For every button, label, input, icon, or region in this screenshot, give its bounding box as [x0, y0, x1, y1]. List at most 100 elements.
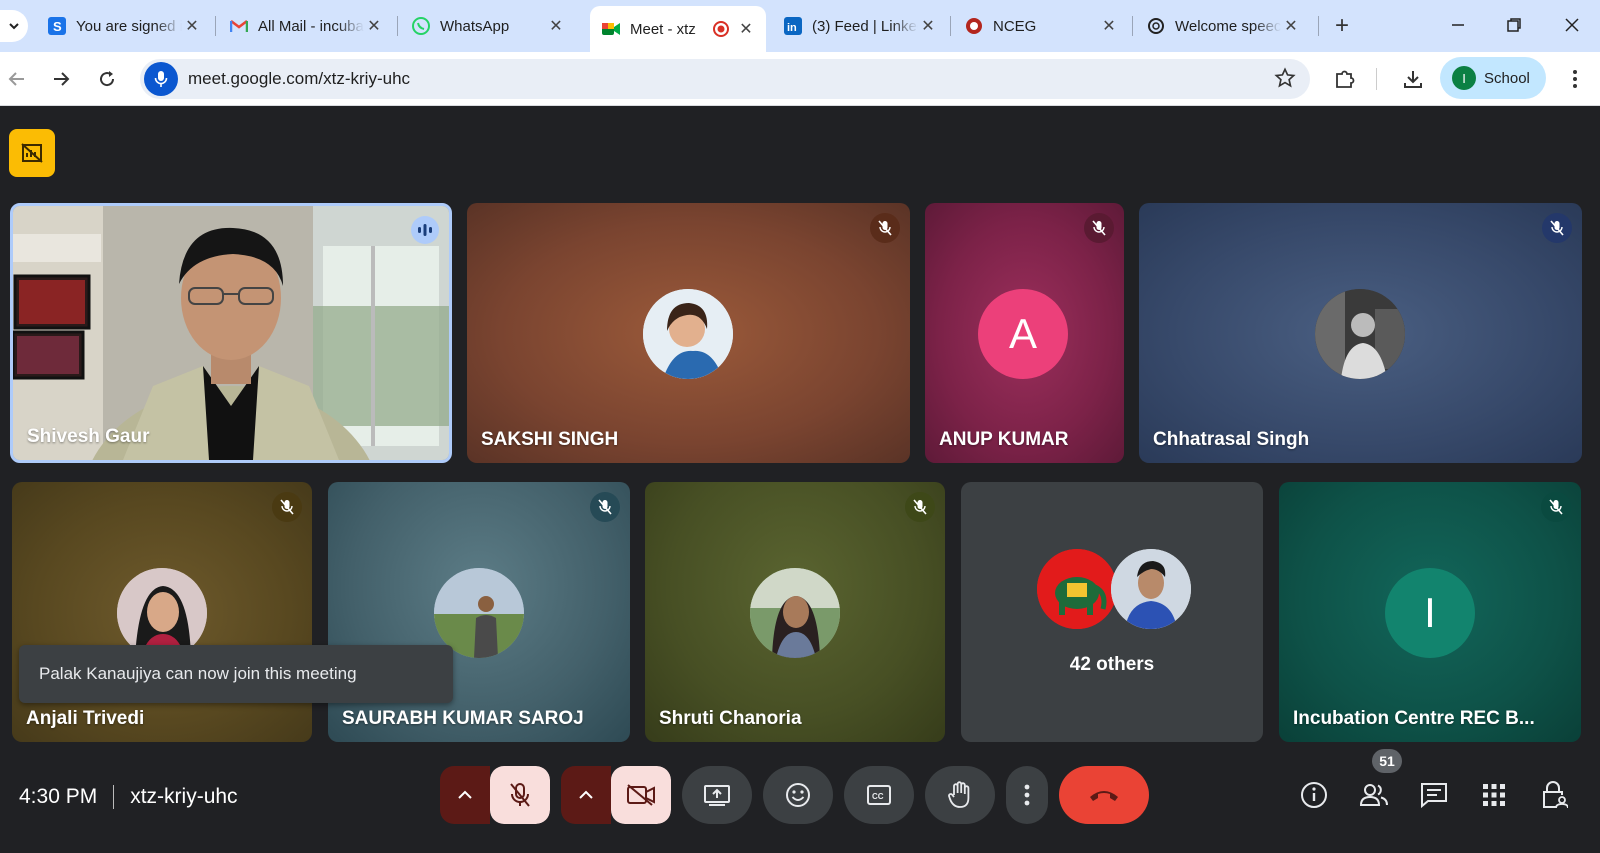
sensitive-content-button[interactable]: [9, 129, 55, 177]
microphone-in-use-chip[interactable]: [144, 62, 178, 96]
close-tab-icon[interactable]: ✕: [918, 16, 938, 36]
chevron-down-icon: [9, 23, 19, 30]
microphone-icon: [154, 71, 168, 87]
info-icon: [1301, 782, 1327, 808]
new-tab-button[interactable]: +: [1328, 12, 1356, 40]
puzzle-icon: [1336, 70, 1355, 88]
extensions-button[interactable]: [1330, 64, 1360, 94]
more-vert-icon: [1573, 70, 1577, 88]
reactions-button[interactable]: [763, 766, 833, 824]
participant-tile[interactable]: Chhatrasal Singh: [1139, 203, 1582, 463]
tab-whatsapp[interactable]: WhatsApp ✕: [400, 6, 576, 46]
reload-button[interactable]: [92, 64, 122, 94]
close-tab-icon[interactable]: ✕: [1281, 16, 1301, 36]
more-options-button[interactable]: [1006, 766, 1048, 824]
others-tile[interactable]: 42 others: [961, 482, 1263, 742]
emoji-icon: [786, 783, 810, 807]
close-icon: [1565, 18, 1579, 32]
tab-title: All Mail - incubation: [258, 17, 364, 35]
participant-name: Shruti Chanoria: [659, 708, 802, 729]
svg-text:S: S: [53, 19, 62, 34]
meeting-details-button[interactable]: [1294, 775, 1334, 815]
present-screen-button[interactable]: [682, 766, 752, 824]
participant-name: SAURABH KUMAR SAROJ: [342, 708, 584, 729]
tab-linkedin[interactable]: in (3) Feed | LinkedIn ✕: [772, 6, 948, 46]
close-tab-icon[interactable]: ✕: [546, 16, 566, 36]
close-tab-icon[interactable]: ✕: [182, 16, 202, 36]
participant-tile[interactable]: Anjali Trivedi: [12, 482, 312, 742]
participant-name: SAKSHI SINGH: [481, 429, 619, 450]
download-icon: [1404, 71, 1422, 88]
tab-title: NCEG: [993, 17, 1037, 35]
present-to-all-icon: [704, 785, 730, 806]
mic-muted-icon: [1084, 213, 1114, 243]
participant-name: ANUP KUMAR: [939, 429, 1069, 450]
apps-grid-icon: [1483, 784, 1505, 806]
host-controls-button[interactable]: [1534, 775, 1574, 815]
closed-caption-icon: CC: [867, 785, 891, 805]
mic-muted-icon: [272, 492, 302, 522]
participant-tile[interactable]: Shruti Chanoria: [645, 482, 945, 742]
toast-message: Palak Kanaujiya can now join this meetin…: [39, 664, 357, 683]
toggle-camera-button[interactable]: [611, 766, 671, 824]
close-window-button[interactable]: [1552, 10, 1592, 40]
whatsapp-icon: [412, 17, 430, 35]
mic-muted-icon: [1541, 492, 1571, 522]
mic-muted-icon: [590, 492, 620, 522]
bookmark-star-icon[interactable]: [1274, 67, 1296, 94]
chat-button[interactable]: [1414, 775, 1454, 815]
others-count-label: 42 others: [1069, 654, 1155, 675]
activities-button[interactable]: [1474, 775, 1514, 815]
participant-video: [13, 206, 449, 460]
participant-tile-speaking[interactable]: Shivesh Gaur: [10, 203, 452, 463]
minimize-button[interactable]: [1438, 10, 1478, 40]
linkedin-icon: in: [784, 17, 802, 35]
participant-avatar: [643, 289, 733, 379]
back-button[interactable]: [2, 64, 32, 94]
raise-hand-button[interactable]: [925, 766, 995, 824]
participant-tile[interactable]: SAURABH KUMAR SAROJ: [328, 482, 630, 742]
mic-off-icon: [510, 783, 530, 807]
toolbar-divider: [1376, 68, 1377, 90]
tab-gmail[interactable]: All Mail - incubation ✕: [218, 6, 394, 46]
close-tab-icon[interactable]: ✕: [1099, 16, 1119, 36]
svg-text:CC: CC: [872, 792, 884, 801]
url-text: meet.google.com/xtz-kriy-uhc: [188, 69, 411, 88]
meeting-info-bar: 4:30 PM xtz-kriy-uhc: [19, 785, 238, 809]
tab-meet[interactable]: Meet - xtz ✕: [590, 6, 766, 52]
meeting-stage: Shivesh Gaur SAKSHI SINGH A ANUP KUMAR C…: [0, 107, 1600, 853]
audio-options-button[interactable]: [440, 766, 490, 824]
tab-signed-in[interactable]: S You are signed in ✕: [36, 6, 212, 46]
tab-search-button[interactable]: [0, 10, 28, 42]
downloads-button[interactable]: [1398, 64, 1428, 94]
tab-divider: [1318, 16, 1319, 36]
toggle-microphone-button[interactable]: [490, 766, 550, 824]
participant-avatar: [1315, 289, 1405, 379]
tab-nceg[interactable]: NCEG ✕: [953, 6, 1129, 46]
profile-avatar: I: [1452, 66, 1476, 90]
more-vert-icon: [1024, 784, 1030, 806]
video-options-button[interactable]: [561, 766, 611, 824]
join-notification-toast: Palak Kanaujiya can now join this meetin…: [19, 645, 453, 703]
participant-tile[interactable]: SAKSHI SINGH: [467, 203, 910, 463]
tab-title: You are signed in: [76, 17, 182, 35]
hand-icon: [948, 781, 970, 808]
participant-tile[interactable]: A ANUP KUMAR: [925, 203, 1124, 463]
mic-muted-icon: [870, 213, 900, 243]
restore-button[interactable]: [1494, 10, 1534, 40]
leave-call-button[interactable]: [1059, 766, 1149, 824]
tab-welcome[interactable]: Welcome speech ✕: [1135, 6, 1311, 46]
captions-button[interactable]: CC: [844, 766, 914, 824]
close-tab-icon[interactable]: ✕: [364, 16, 384, 36]
chevron-up-icon: [579, 790, 593, 799]
tab-title: (3) Feed | LinkedIn: [812, 17, 918, 35]
people-button[interactable]: [1354, 775, 1394, 815]
forward-button[interactable]: [46, 64, 76, 94]
address-bar[interactable]: meet.google.com/xtz-kriy-uhc: [140, 59, 1310, 99]
browser-toolbar: meet.google.com/xtz-kriy-uhc I School: [0, 52, 1600, 106]
participant-tile[interactable]: I Incubation Centre REC B...: [1279, 482, 1581, 742]
profile-button[interactable]: I School: [1440, 57, 1546, 99]
close-tab-icon[interactable]: ✕: [736, 19, 756, 39]
browser-menu-button[interactable]: [1560, 64, 1590, 94]
videocam-off-icon: [627, 784, 655, 806]
